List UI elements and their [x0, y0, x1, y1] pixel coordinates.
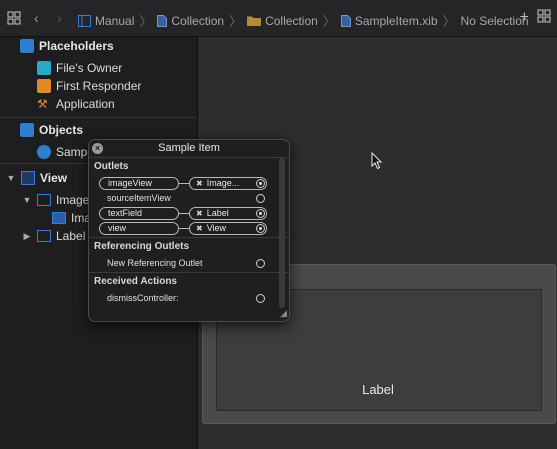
image-cell-icon — [52, 212, 66, 224]
objects-cube-icon — [20, 123, 34, 137]
outline-item-first-responder[interactable]: First Responder — [37, 77, 141, 95]
outlet-target-label: Image... — [206, 178, 240, 188]
breadcrumb-label: Collection — [265, 13, 318, 28]
section-title: View — [40, 171, 68, 185]
image-view-icon — [37, 194, 51, 206]
new-referencing-outlet[interactable]: New Referencing Outlet — [107, 258, 203, 268]
disclosure-triangle-closed-icon[interactable]: ▶ — [22, 231, 32, 242]
project-icon — [78, 14, 91, 27]
divider — [89, 157, 289, 158]
outline-section-view[interactable]: ▼ View — [6, 169, 67, 187]
breadcrumb-item-file[interactable]: SampleItem.xib — [340, 13, 438, 28]
connection-circle-filled-icon[interactable] — [256, 179, 265, 188]
breadcrumb: Manual 〉 Collection 〉 Collection 〉 Sampl… — [78, 11, 529, 30]
connection-circle-empty-icon[interactable] — [256, 294, 265, 303]
placeholder-cube-icon — [20, 39, 34, 53]
outlet-target-label: Label — [206, 208, 229, 218]
outlet-imageView[interactable]: imageView — [99, 177, 179, 190]
outline-item-application[interactable]: ⚒ Application — [37, 95, 115, 113]
outline-item-label-view[interactable]: ▶ Label — [22, 227, 86, 245]
outline-item-label: File's Owner — [56, 61, 123, 75]
breadcrumb-item-selection[interactable]: No Selection — [461, 14, 529, 28]
breadcrumb-separator: 〉 — [322, 14, 336, 29]
label-view-icon — [37, 230, 51, 242]
section-divider — [0, 117, 197, 118]
outline-item-label: Sampl — [56, 145, 91, 159]
disconnect-x-icon[interactable]: ✖ — [196, 179, 203, 188]
connection-circle-empty-icon[interactable] — [256, 194, 265, 203]
disclosure-triangle-open-icon[interactable]: ▼ — [22, 195, 32, 205]
collection-item-icon — [37, 145, 51, 159]
breadcrumb-label: No Selection — [460, 13, 529, 28]
section-title: Placeholders — [39, 39, 114, 53]
resize-grip-icon[interactable]: ◢ — [280, 308, 287, 319]
popover-scrollbar[interactable] — [279, 158, 285, 308]
disclosure-triangle-open-icon[interactable]: ▼ — [6, 173, 16, 183]
outline-item-label: Application — [56, 97, 115, 111]
outlet-sourceItemView[interactable]: sourceItemView — [107, 193, 171, 203]
view-icon — [21, 171, 35, 185]
connection-circle-filled-icon[interactable] — [256, 224, 265, 233]
breadcrumb-separator: 〉 — [229, 14, 243, 29]
outline-item-label: Label — [56, 229, 86, 243]
xib-file-icon — [340, 14, 351, 27]
outline-item-image-cell[interactable]: Ima — [52, 209, 91, 227]
breadcrumb-item-folder[interactable]: Collection — [247, 14, 318, 28]
outline-section-placeholders[interactable]: Placeholders — [20, 37, 114, 55]
breadcrumb-separator: 〉 — [442, 14, 456, 29]
breadcrumb-item-group[interactable]: Collection — [157, 14, 224, 28]
outlet-view[interactable]: view — [99, 222, 179, 235]
file-icon — [157, 14, 168, 27]
related-items-grid-icon[interactable] — [7, 11, 21, 25]
referencing-outlets-header: Referencing Outlets — [94, 241, 190, 252]
outline-item-label: First Responder — [56, 79, 142, 93]
connections-popover: × Sample Item Outlets imageView ✖ Image..… — [88, 139, 290, 322]
outline-item-files-owner[interactable]: File's Owner — [37, 59, 122, 77]
breadcrumb-label: SampleItem.xib — [354, 13, 438, 28]
action-dismissController[interactable]: dismissController: — [107, 293, 179, 303]
disconnect-x-icon[interactable]: ✖ — [196, 224, 203, 233]
outline-section-objects[interactable]: Objects — [20, 121, 83, 139]
breadcrumb-item-project[interactable]: Manual — [78, 14, 134, 28]
connection-circle-filled-icon[interactable] — [256, 209, 265, 218]
back-chevron-icon[interactable]: ‹ — [34, 10, 39, 26]
jump-bar: ‹ › Manual 〉 Collection 〉 Collection 〉 S… — [0, 0, 557, 37]
outlets-header: Outlets — [94, 161, 129, 172]
add-icon[interactable]: + — [520, 9, 529, 27]
connection-line — [179, 183, 189, 184]
breadcrumb-label: Collection — [171, 13, 225, 28]
received-actions-header: Received Actions — [94, 276, 177, 287]
canvas-label[interactable]: Label — [216, 382, 540, 397]
connection-line — [179, 228, 189, 229]
divider — [89, 272, 289, 273]
outlet-textField[interactable]: textField — [99, 207, 179, 220]
popover-title: Sample Item — [158, 142, 220, 154]
disconnect-x-icon[interactable]: ✖ — [196, 209, 203, 218]
forward-chevron-icon[interactable]: › — [57, 10, 62, 26]
folder-icon — [247, 16, 262, 26]
application-icon: ⚒ — [37, 97, 48, 111]
files-owner-cube-icon — [37, 61, 51, 75]
outline-item-image-view[interactable]: ▼ Image — [22, 191, 90, 209]
breadcrumb-label: Manual — [95, 13, 135, 28]
layout-grid-icon[interactable] — [537, 9, 551, 26]
outline-item-label: Image — [56, 193, 90, 207]
connection-line — [179, 213, 189, 214]
breadcrumb-separator: 〉 — [139, 14, 153, 29]
section-title: Objects — [39, 123, 84, 137]
connection-circle-empty-icon[interactable] — [256, 259, 265, 268]
mouse-pointer-icon — [371, 151, 383, 175]
outlet-target-label: View — [206, 223, 227, 233]
divider — [89, 237, 289, 238]
outline-item-sample-item[interactable]: Sampl — [37, 143, 90, 161]
first-responder-cube-icon — [37, 79, 51, 93]
